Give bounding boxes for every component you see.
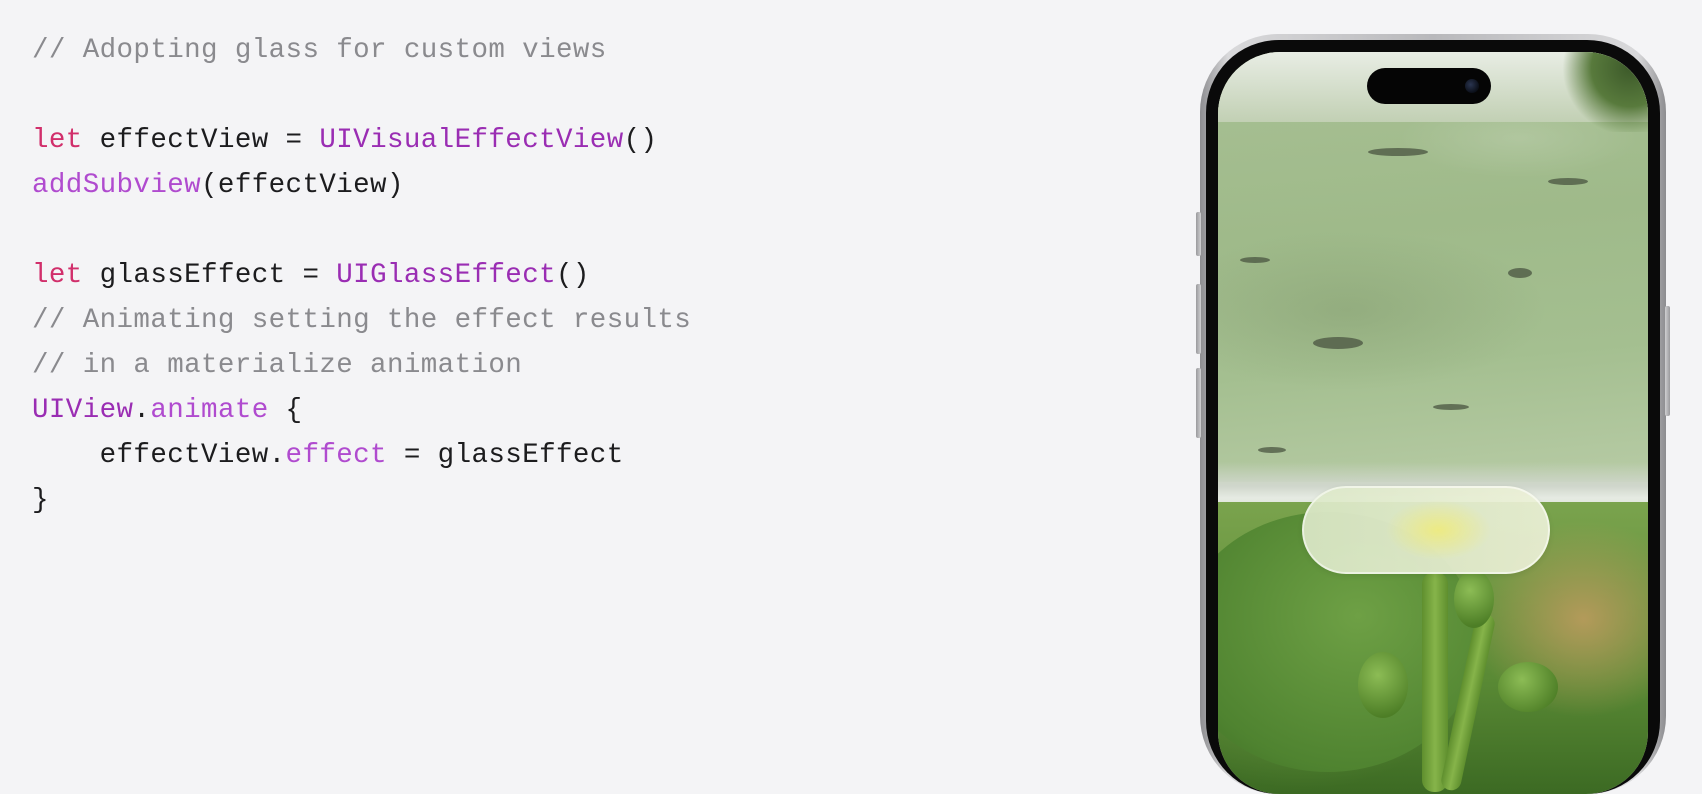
code-snippet: // Adopting glass for custom views let e… [32, 28, 691, 523]
code-token-plain: } [32, 485, 49, 516]
code-token-func: effect [285, 440, 387, 471]
volume-up-button [1196, 284, 1201, 354]
code-token-plain: () [623, 125, 658, 156]
code-token-plain: { [268, 395, 303, 426]
code-token-comment: // Adopting glass for custom views [32, 35, 607, 66]
code-token-plain: . [133, 395, 151, 426]
camera-icon [1465, 79, 1479, 93]
dynamic-island-icon [1367, 68, 1491, 104]
code-token-plain: (effectView) [201, 170, 404, 201]
code-line: addSubview(effectView) [32, 163, 691, 208]
code-token-plain: effectView. [32, 440, 286, 471]
code-token-comment: // in a materialize animation [32, 350, 523, 381]
code-token-type: UIView [32, 395, 134, 426]
glass-effect-view [1302, 486, 1550, 574]
code-line: UIView.animate { [32, 388, 691, 433]
code-line: let effectView = UIVisualEffectView() [32, 118, 691, 163]
leaf-spot [1258, 447, 1286, 453]
leaf-spot [1240, 257, 1270, 263]
code-token-plain: glassEffect = [82, 260, 337, 291]
leaf-spot [1368, 148, 1428, 156]
code-token-type: UIGlassEffect [336, 260, 557, 291]
iphone-mockup [1196, 34, 1670, 794]
corner-leaf [1558, 52, 1648, 132]
code-line: // in a materialize animation [32, 343, 691, 388]
leaf-spot [1548, 178, 1588, 185]
code-line: effectView.effect = glassEffect [32, 433, 691, 478]
plant-stem [1422, 572, 1448, 792]
code-token-comment: // Animating setting the effect results [32, 305, 692, 336]
leaf-spot [1508, 268, 1532, 278]
code-token-plain: () [556, 260, 590, 291]
code-token-func: addSubview [32, 170, 202, 201]
flower-bud [1358, 652, 1408, 718]
action-button [1196, 212, 1201, 256]
leaf-spot [1433, 404, 1469, 410]
code-token-type: UIVisualEffectView [319, 125, 624, 156]
phone-bezel [1206, 40, 1660, 794]
leaf-spot [1313, 337, 1363, 349]
code-line: // Adopting glass for custom views [32, 28, 691, 73]
side-button [1665, 306, 1670, 416]
code-token-plain: = glassEffect [386, 440, 624, 471]
code-line: } [32, 478, 691, 523]
flower-bud [1454, 570, 1494, 628]
code-line: // Animating setting the effect results [32, 298, 691, 343]
code-token-plain: effectView = [82, 125, 320, 156]
phone-screen [1218, 52, 1648, 794]
code-token-func: animate [150, 395, 269, 426]
flower-bud [1498, 662, 1558, 712]
code-token-keyword: let [32, 125, 83, 156]
volume-down-button [1196, 368, 1201, 438]
code-token-keyword: let [32, 260, 83, 291]
code-line: let glassEffect = UIGlassEffect() [32, 253, 691, 298]
